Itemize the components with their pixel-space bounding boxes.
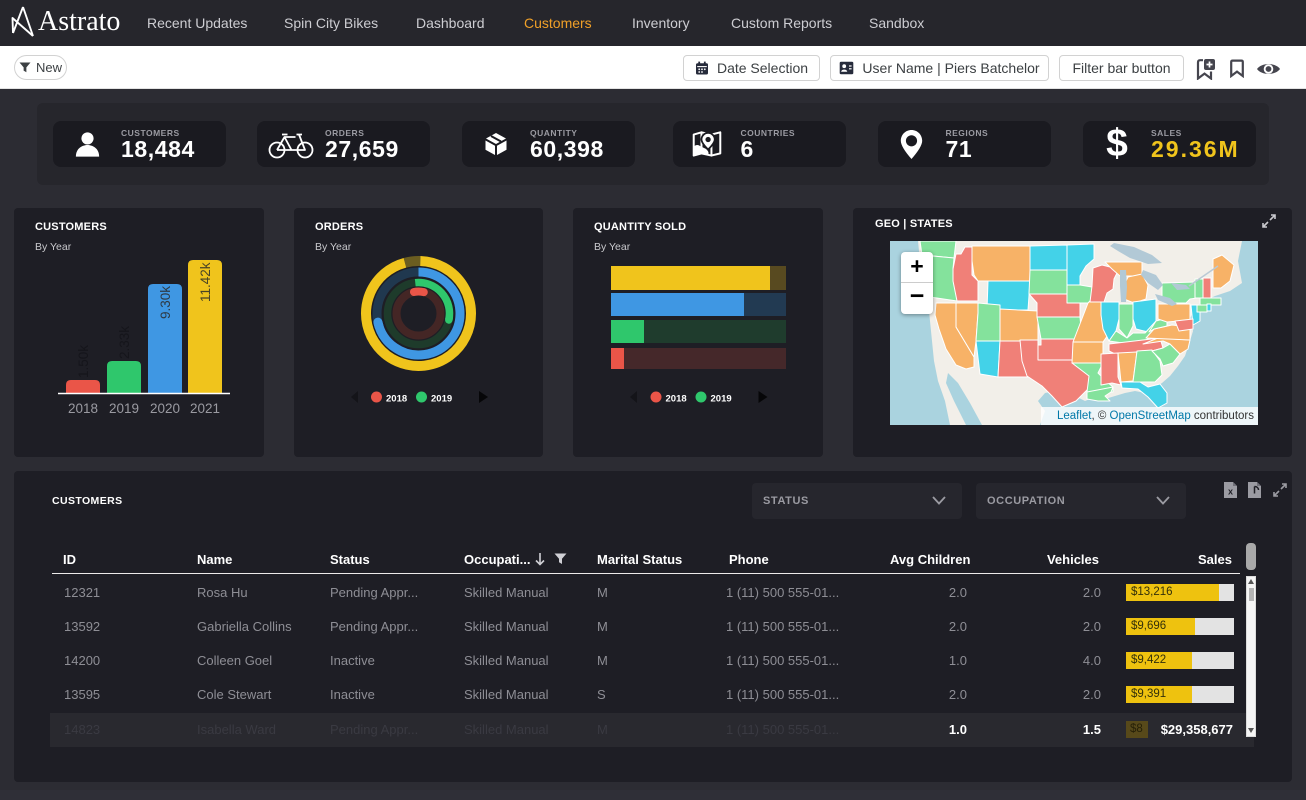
svg-text:1.50k: 1.50k	[76, 345, 91, 378]
svg-text:11.42k: 11.42k	[198, 262, 213, 302]
svg-text:2018: 2018	[666, 394, 687, 405]
svg-text:9.30k: 9.30k	[158, 286, 173, 319]
svg-text:2018: 2018	[386, 394, 407, 405]
svg-text:2019: 2019	[431, 394, 452, 405]
svg-text:2018: 2018	[68, 401, 98, 416]
svg-text:x: x	[1228, 487, 1233, 497]
svg-text:2021: 2021	[190, 401, 220, 416]
svg-text:2020: 2020	[150, 401, 180, 416]
svg-text:2.33k: 2.33k	[117, 326, 132, 359]
svg-text:2019: 2019	[109, 401, 139, 416]
svg-text:2019: 2019	[711, 394, 732, 405]
